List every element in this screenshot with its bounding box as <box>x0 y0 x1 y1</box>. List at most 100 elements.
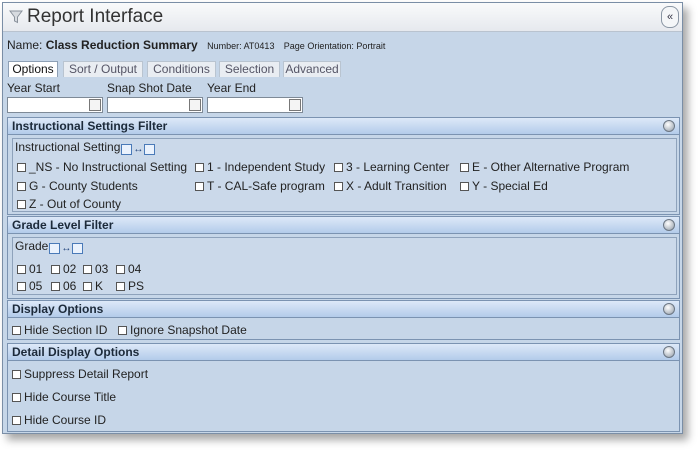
checkbox-item[interactable]: Z - Out of County <box>17 197 121 211</box>
year-start-label: Year Start <box>7 81 60 95</box>
grade-level-header[interactable]: Grade Level Filter <box>8 217 679 234</box>
checkbox-label: K <box>95 279 104 293</box>
checkbox[interactable] <box>118 326 127 335</box>
tab-advanced[interactable]: Advanced <box>283 61 341 77</box>
checkbox[interactable] <box>195 182 204 191</box>
checkbox[interactable] <box>51 282 60 291</box>
snapshot-date-input[interactable] <box>107 97 203 113</box>
checkbox-item[interactable]: E - Other Alternative Program <box>460 160 629 174</box>
year-start-input[interactable] <box>7 97 103 113</box>
checkbox-label: Hide Section ID <box>24 323 108 337</box>
checkbox-label: 1 - Independent Study <box>207 160 326 174</box>
checkbox[interactable] <box>17 200 26 209</box>
window-title: Report Interface <box>27 6 164 27</box>
calendar-icon[interactable] <box>289 99 301 111</box>
tab-conditions[interactable]: Conditions <box>147 61 216 77</box>
checkbox-label: Hide Course Title <box>24 390 117 404</box>
grade-box: Grade ↔ 01 02 03 04 05 06 K PS <box>12 237 677 295</box>
checkbox-item[interactable]: Hide Course Title <box>12 390 116 404</box>
checkbox[interactable] <box>17 163 26 172</box>
checkbox-item[interactable]: Y - Special Ed <box>460 179 548 193</box>
checkbox[interactable] <box>83 282 92 291</box>
checkbox[interactable] <box>195 163 204 172</box>
checkbox[interactable] <box>12 370 21 379</box>
collapse-circle-icon[interactable] <box>663 346 675 358</box>
display-options-section: Display Options Hide Section ID Ignore S… <box>7 300 680 340</box>
collapse-circle-icon[interactable] <box>663 303 675 315</box>
checkbox-label: Y - Special Ed <box>472 179 548 193</box>
tab-options[interactable]: Options <box>8 61 58 78</box>
checkbox[interactable] <box>12 416 21 425</box>
checkbox[interactable] <box>83 265 92 274</box>
checkbox-label: 03 <box>95 262 109 276</box>
checkbox[interactable] <box>12 326 21 335</box>
checkbox[interactable] <box>17 182 26 191</box>
checkbox-item[interactable]: 1 - Independent Study <box>195 160 325 174</box>
checkbox[interactable] <box>460 163 469 172</box>
calendar-icon[interactable] <box>89 99 101 111</box>
instructional-settings-header[interactable]: Instructional Settings Filter <box>8 118 679 135</box>
checkbox[interactable] <box>12 393 21 402</box>
checkbox-label: G - County Students <box>29 179 138 193</box>
checkbox-item[interactable]: X - Adult Transition <box>334 179 447 193</box>
section-title: Instructional Settings Filter <box>12 119 168 133</box>
checkbox-label: Z - Out of County <box>29 197 122 211</box>
display-options-header[interactable]: Display Options <box>8 301 679 318</box>
checkbox-item[interactable]: Suppress Detail Report <box>12 367 148 381</box>
checkbox[interactable] <box>116 282 125 291</box>
checkbox-item[interactable]: PS <box>116 279 144 293</box>
checkbox-item[interactable]: T - CAL-Safe program <box>195 179 325 193</box>
checkbox-item[interactable]: Ignore Snapshot Date <box>118 323 247 337</box>
collapse-circle-icon[interactable] <box>663 219 675 231</box>
report-info: Name: Class Reduction Summary Number: AT… <box>7 38 385 52</box>
section-title: Grade Level Filter <box>12 218 114 232</box>
checkbox-item[interactable]: G - County Students <box>17 179 138 193</box>
year-end-input[interactable] <box>207 97 303 113</box>
checkbox-item[interactable]: Hide Course ID <box>12 413 106 427</box>
detail-display-header[interactable]: Detail Display Options <box>8 344 679 361</box>
checkbox[interactable] <box>17 282 26 291</box>
checkbox[interactable] <box>334 163 343 172</box>
collapse-button[interactable]: « <box>661 6 679 28</box>
checkbox-item[interactable]: 3 - Learning Center <box>334 160 449 174</box>
checkbox-label: PS <box>128 279 145 293</box>
checkbox-label: 06 <box>63 279 77 293</box>
instructional-settings-section: Instructional Settings Filter Instructio… <box>7 117 680 215</box>
tab-selection[interactable]: Selection <box>219 61 280 77</box>
checkbox-item[interactable]: 03 <box>83 262 108 276</box>
title-bar: Report Interface « <box>3 3 682 32</box>
checkbox-item[interactable]: 05 <box>17 279 42 293</box>
checkbox-label: 05 <box>29 279 43 293</box>
checkbox-item[interactable]: 02 <box>51 262 76 276</box>
grade-label: Grade ↔ <box>15 239 84 255</box>
checkbox-item[interactable]: _NS - No Instructional Setting <box>17 160 187 174</box>
checkbox-item[interactable]: K <box>83 279 103 293</box>
checkbox-item[interactable]: 04 <box>116 262 141 276</box>
section-title: Detail Display Options <box>12 345 140 359</box>
checkbox[interactable] <box>51 265 60 274</box>
checkbox-item[interactable]: 01 <box>17 262 42 276</box>
report-name: Class Reduction Summary <box>45 38 198 52</box>
tab-sort-output[interactable]: Sort / Output <box>63 61 143 77</box>
checkbox-item[interactable]: Hide Section ID <box>12 323 107 337</box>
checkbox[interactable] <box>17 265 26 274</box>
calendar-icon[interactable] <box>189 99 201 111</box>
checkbox[interactable] <box>116 265 125 274</box>
select-all-toggle-icon[interactable]: ↔ <box>121 142 156 156</box>
checkbox[interactable] <box>334 182 343 191</box>
report-number: Number: AT0413 <box>207 41 275 51</box>
checkbox-label: _NS - No Instructional Setting <box>29 160 188 174</box>
checkbox[interactable] <box>460 182 469 191</box>
checkbox-label: 04 <box>128 262 142 276</box>
checkbox-label: Suppress Detail Report <box>24 367 149 381</box>
collapse-circle-icon[interactable] <box>663 120 675 132</box>
name-label: Name: <box>7 38 43 52</box>
group-label: Grade <box>15 239 49 253</box>
checkbox-label: T - CAL-Safe program <box>207 179 325 193</box>
checkbox-label: 3 - Learning Center <box>346 160 450 174</box>
instructional-setting-box: Instructional Setting ↔ _NS - No Instruct… <box>12 138 677 212</box>
instructional-setting-label: Instructional Setting ↔ <box>15 140 156 156</box>
report-window: Report Interface « Name: Class Reduction… <box>2 2 683 434</box>
select-all-toggle-icon[interactable]: ↔ <box>49 241 84 255</box>
checkbox-item[interactable]: 06 <box>51 279 76 293</box>
